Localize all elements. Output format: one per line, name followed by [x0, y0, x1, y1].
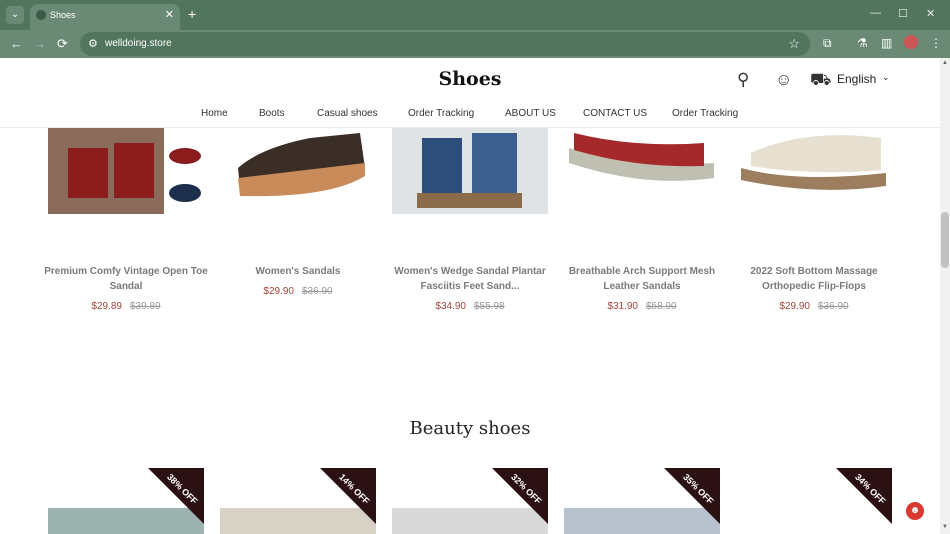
- close-window-button[interactable]: ✕: [926, 7, 935, 20]
- scroll-down-icon[interactable]: ▼: [942, 524, 948, 530]
- browser-toolbar: ← → ⟳ ⚙ welldoing.store ☆ ⧉ ⚗ ▥ ⋮: [0, 30, 950, 58]
- product-price: $29.90 $36.90: [220, 286, 376, 297]
- product-name[interactable]: 2022 Soft Bottom Massage Orthopedic Flip…: [728, 264, 900, 294]
- url-text: welldoing.store: [105, 38, 172, 49]
- original-price: $55.98: [474, 301, 505, 312]
- product-name[interactable]: Women's Wedge Sandal Plantar Fasciitis F…: [384, 264, 556, 294]
- new-tab-button[interactable]: +: [188, 6, 196, 22]
- product-name[interactable]: Breathable Arch Support Mesh Leather San…: [556, 264, 728, 294]
- cart-icon[interactable]: ⛟: [810, 70, 831, 92]
- sale-price: $31.90: [607, 301, 638, 312]
- product-image[interactable]: [564, 128, 720, 214]
- original-price: $36.90: [818, 301, 849, 312]
- section-title: Beauty shoes: [409, 418, 531, 439]
- chat-support-icon[interactable]: ☻: [906, 502, 924, 520]
- product-price: $29.89 $39.89: [48, 301, 204, 312]
- labs-icon[interactable]: ⚗: [857, 36, 868, 50]
- nav-home[interactable]: Home: [201, 108, 228, 119]
- sale-price: $29.90: [779, 301, 810, 312]
- sale-price: $29.90: [263, 286, 294, 297]
- scroll-thumb[interactable]: [941, 212, 949, 268]
- tab-search-button[interactable]: ⌄: [6, 6, 24, 24]
- reload-button[interactable]: ⟳: [57, 36, 68, 52]
- browser-tab-strip: ⌄ Shoes ✕ + — ☐ ✕: [0, 0, 950, 30]
- original-price: $58.90: [646, 301, 677, 312]
- product-price: $31.90 $58.90: [564, 301, 720, 312]
- sale-price: $29.89: [91, 301, 122, 312]
- search-icon[interactable]: ⚲: [737, 70, 749, 90]
- maximize-button[interactable]: ☐: [898, 7, 908, 20]
- product-card[interactable]: 34% OFF: [736, 468, 892, 534]
- product-image[interactable]: [392, 128, 548, 214]
- browser-tab[interactable]: Shoes ✕: [30, 4, 180, 30]
- sale-price: $34.90: [435, 301, 466, 312]
- site-logo[interactable]: Shoes: [0, 68, 940, 90]
- product-image[interactable]: [48, 128, 204, 214]
- nav-contact-us[interactable]: CONTACT US: [583, 108, 647, 119]
- address-bar[interactable]: ⚙ welldoing.store ☆: [80, 32, 810, 56]
- favicon-icon: [36, 10, 46, 20]
- scroll-up-icon[interactable]: ▲: [942, 60, 948, 66]
- original-price: $36.90: [302, 286, 333, 297]
- chevron-down-icon[interactable]: ⌄: [882, 72, 890, 83]
- nav-boots[interactable]: Boots: [259, 108, 285, 119]
- back-button[interactable]: ←: [10, 36, 23, 51]
- original-price: $39.89: [130, 301, 161, 312]
- product-name[interactable]: Women's Sandals: [212, 264, 384, 279]
- page-scrollbar[interactable]: ▲ ▼: [940, 58, 950, 534]
- browser-menu-icon[interactable]: ⋮: [930, 36, 942, 50]
- account-icon[interactable]: ☺: [775, 70, 792, 90]
- nav-about-us[interactable]: ABOUT US: [505, 108, 556, 119]
- product-card[interactable]: 35% OFF: [564, 468, 720, 534]
- side-panel-icon[interactable]: ▥: [881, 36, 892, 50]
- profile-avatar[interactable]: [904, 35, 918, 49]
- nav-order-tracking-2[interactable]: Order Tracking: [672, 108, 738, 119]
- product-price: $34.90 $55.98: [392, 301, 548, 312]
- product-card[interactable]: 38% OFF: [48, 468, 204, 534]
- product-image[interactable]: [736, 128, 892, 214]
- tab-close-icon[interactable]: ✕: [165, 8, 174, 21]
- language-selector[interactable]: English: [837, 72, 876, 86]
- product-name[interactable]: Premium Comfy Vintage Open Toe Sandal: [40, 264, 212, 294]
- site-info-icon[interactable]: ⚙: [88, 37, 98, 50]
- tab-title: Shoes: [50, 10, 76, 20]
- product-card[interactable]: 14% OFF: [220, 468, 376, 534]
- site-header: Shoes ⚲ ☺ ⛟ English ⌄ Home Boots Casual …: [0, 58, 940, 128]
- forward-button[interactable]: →: [33, 36, 46, 51]
- nav-order-tracking[interactable]: Order Tracking: [408, 108, 474, 119]
- minimize-button[interactable]: —: [870, 7, 881, 19]
- product-price: $29.90 $36.90: [736, 301, 892, 312]
- extensions-icon[interactable]: ⧉: [823, 36, 832, 51]
- nav-casual-shoes[interactable]: Casual shoes: [317, 108, 378, 119]
- bookmark-star-icon[interactable]: ☆: [788, 36, 800, 52]
- product-card[interactable]: 32% OFF: [392, 468, 548, 534]
- web-page: Shoes ⚲ ☺ ⛟ English ⌄ Home Boots Casual …: [0, 58, 940, 534]
- product-image[interactable]: [220, 128, 376, 214]
